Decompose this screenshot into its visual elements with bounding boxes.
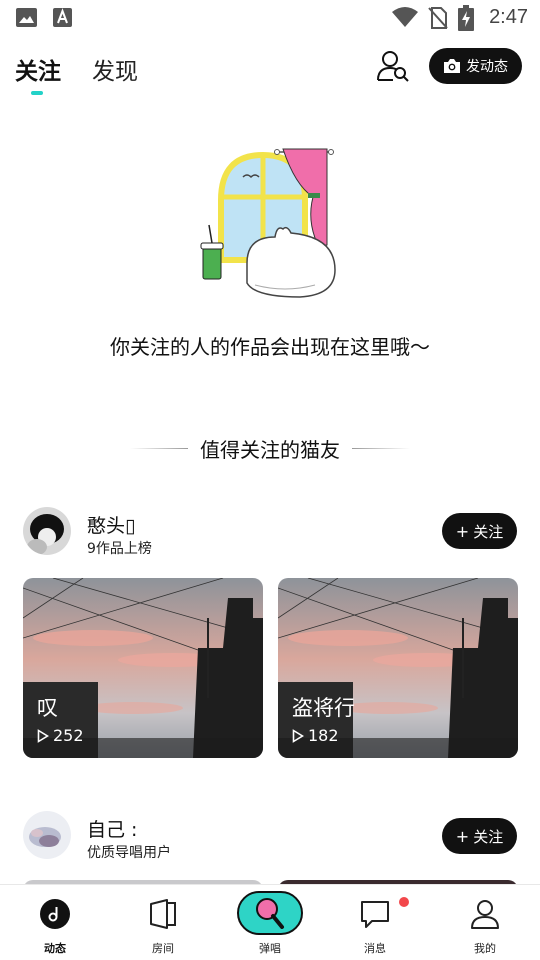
play-icon <box>292 728 304 743</box>
play-icon <box>37 728 49 743</box>
nav-item-profile[interactable]: 我的 <box>445 885 525 960</box>
play-count-value: 252 <box>53 726 84 745</box>
follow-button-label: 关注 <box>473 522 504 541</box>
recommend-section-title: 值得关注的猫友 <box>0 434 540 463</box>
nav-label: 消息 <box>364 942 386 955</box>
play-count: 182 <box>292 726 339 745</box>
avatar[interactable] <box>23 811 71 859</box>
work-title: 盗将行 <box>292 696 355 720</box>
play-count-value: 182 <box>308 726 339 745</box>
nav-item-rooms[interactable]: 房间 <box>123 885 203 960</box>
tab-follow[interactable]: 关注 <box>15 52 61 86</box>
work-title: 叹 <box>37 696 58 720</box>
section-title-text: 值得关注的猫友 <box>200 438 340 462</box>
post-moment-button[interactable]: 发动态 <box>429 48 522 84</box>
bottom-navigation: 动态 房间 弹唱 消息 我的 <box>0 884 540 960</box>
follow-button[interactable]: + 关注 <box>442 513 517 549</box>
play-count: 252 <box>37 726 84 745</box>
follow-button[interactable]: + 关注 <box>442 818 517 854</box>
unread-badge <box>399 897 409 907</box>
active-tab-indicator <box>31 91 43 95</box>
nav-item-moments[interactable]: 动态 <box>15 885 95 960</box>
divider <box>352 448 410 449</box>
image-icon <box>16 8 37 27</box>
no-sim-icon <box>428 7 448 29</box>
font-icon <box>53 8 72 27</box>
divider <box>130 448 188 449</box>
status-bar: 2:47 <box>0 0 540 36</box>
room-icon <box>150 899 176 929</box>
post-button-label: 发动态 <box>466 59 508 75</box>
user-subtitle: 9作品上榜 <box>87 541 152 557</box>
empty-state-message: 你关注的人的作品会出现在这里哦～ <box>110 335 430 359</box>
follow-button-label: 关注 <box>473 827 504 846</box>
user-subtitle: 优质导唱用户 <box>87 845 171 861</box>
camera-icon <box>444 59 460 73</box>
cat-by-window-illustration <box>200 148 336 298</box>
nav-label: 房间 <box>152 942 174 955</box>
tab-discover[interactable]: 发现 <box>92 52 138 86</box>
nav-label: 弹唱 <box>259 942 281 955</box>
nav-label: 动态 <box>44 942 66 955</box>
music-note-icon <box>40 899 70 929</box>
microphone-icon <box>256 898 284 929</box>
work-card[interactable]: 叹 252 <box>23 578 263 758</box>
battery-charging-icon <box>458 5 474 31</box>
plus-icon: + <box>455 826 470 846</box>
nav-label: 我的 <box>474 942 496 955</box>
wifi-icon <box>392 7 418 27</box>
sing-button[interactable] <box>237 891 303 935</box>
user-name[interactable]: 憨头▯ <box>87 511 135 538</box>
user-search-icon[interactable] <box>376 49 410 83</box>
clock: 2:47 <box>489 6 528 28</box>
work-card[interactable]: 盗将行 182 <box>278 578 518 758</box>
user-name[interactable]: 自己 : <box>87 815 137 842</box>
plus-icon: + <box>455 521 470 541</box>
avatar[interactable] <box>23 507 71 555</box>
profile-icon <box>471 900 499 929</box>
message-icon <box>361 901 389 928</box>
